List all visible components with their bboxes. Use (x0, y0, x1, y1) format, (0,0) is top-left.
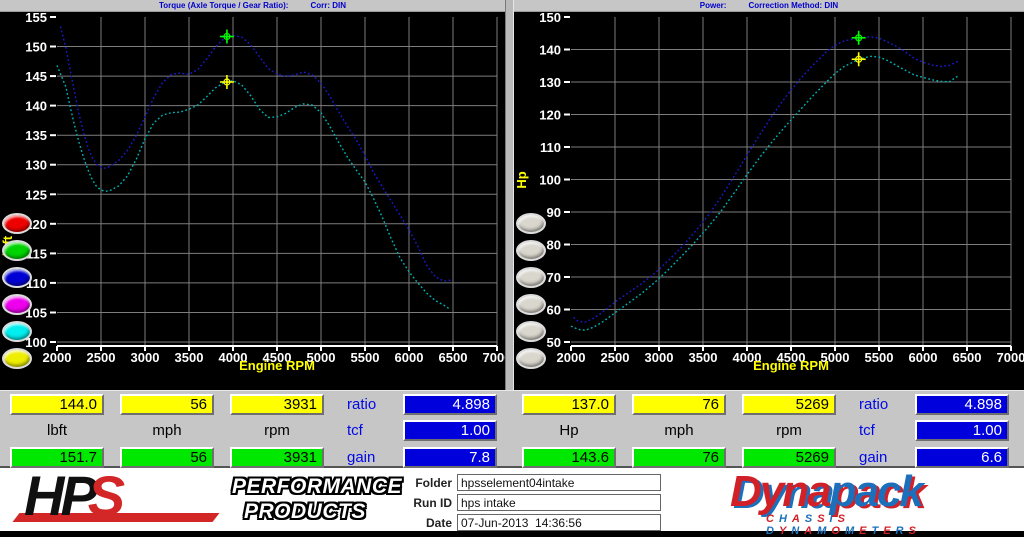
gain-label: gain (859, 449, 888, 466)
run-id-input[interactable] (457, 494, 661, 511)
curve-color-button[interactable] (516, 348, 546, 369)
curve-color-button[interactable] (516, 267, 546, 288)
tcf-value: 1.00 (915, 420, 1009, 441)
hps-tagline-line2: PRODUCTS (244, 500, 366, 523)
curve-color-button[interactable] (516, 294, 546, 315)
dynapack-logo: Dynapack CHASSIS DYNAMOMETERS (730, 467, 1020, 537)
power-cursor2-value: 143.6 (522, 447, 616, 468)
svg-text:2500: 2500 (601, 350, 630, 365)
tcf-value: 1.00 (403, 420, 497, 441)
dynapack-pack: pack (829, 467, 924, 516)
folder-label: Folder (415, 475, 452, 490)
svg-text:2500: 2500 (87, 350, 116, 365)
mph-unit-label: mph (152, 422, 182, 439)
ratio-label: ratio (859, 396, 889, 413)
curve-color-button[interactable] (2, 321, 32, 342)
curve-color-button[interactable] (516, 213, 546, 234)
folder-input[interactable] (457, 474, 661, 491)
dynapack-dyna: Dyna (730, 467, 832, 516)
power-cursor2-rpm: 5269 (742, 447, 836, 468)
hps-tagline-line1: PERFORMANCE (232, 475, 403, 498)
hps-logo: HPS (12, 464, 224, 530)
svg-text:2000: 2000 (43, 350, 72, 365)
svg-text:5500: 5500 (865, 350, 894, 365)
torque-cursor2-rpm: 3931 (230, 447, 324, 468)
curve-color-button[interactable] (516, 321, 546, 342)
gain-value: 7.8 (403, 447, 497, 468)
hps-tagline: PERFORMANCE PRODUCTS (232, 474, 402, 524)
svg-text:3500: 3500 (175, 350, 204, 365)
hps-letters: HPS (24, 464, 125, 527)
svg-text:6500: 6500 (439, 350, 468, 365)
ratio-value: 4.898 (915, 394, 1009, 415)
torque-cursor-rpm: 3931 (230, 394, 324, 415)
hps-hp: HP (24, 464, 98, 527)
run-id-label: Run ID (413, 495, 452, 510)
curve-color-button[interactable] (516, 240, 546, 261)
torque-cursor-value: 144.0 (10, 394, 104, 415)
curve-color-button[interactable] (2, 267, 32, 288)
date-label: Date (425, 515, 452, 530)
svg-text:Engine RPM: Engine RPM (753, 358, 829, 373)
tcf-label: tcf (347, 422, 363, 439)
torque-cursor2-mph: 56 (120, 447, 214, 468)
gain-label: gain (347, 449, 376, 466)
svg-text:3000: 3000 (131, 350, 160, 365)
rpm-unit-label: rpm (776, 422, 802, 439)
ratio-value: 4.898 (403, 394, 497, 415)
power-readout-table: 137.0 76 5269 Hp mph rpm 143.6 76 5269 r… (512, 391, 1024, 468)
torque-readout-table: 144.0 56 3931 lbft mph rpm 151.7 56 3931… (0, 391, 512, 468)
svg-text:5500: 5500 (351, 350, 380, 365)
torque-curve-color-buttons (0, 0, 36, 390)
torque-chart-panel: Torque (Axle Torque / Gear Ratio): Corr:… (0, 0, 505, 390)
curve-color-button[interactable] (2, 240, 32, 261)
hps-s: S (87, 464, 125, 527)
rpm-unit-label: rpm (264, 422, 290, 439)
power-chart[interactable]: 15014013012011010090807060502000 2500 3000… (514, 10, 1024, 390)
torque-cursor-mph: 56 (120, 394, 214, 415)
svg-text:3500: 3500 (689, 350, 718, 365)
run-info-fields: Folder Run ID Date (400, 474, 661, 534)
power-cursor-value: 137.0 (522, 394, 616, 415)
svg-text:7000: 7000 (483, 350, 505, 365)
date-input[interactable] (457, 514, 661, 531)
svg-text:2000: 2000 (557, 350, 586, 365)
tcf-label: tcf (859, 422, 875, 439)
power-curve-color-buttons (514, 0, 550, 390)
power-cursor-rpm: 5269 (742, 394, 836, 415)
power-chart-panel: Power: Correction Method: DIN 150 140 130 1… (514, 0, 1024, 390)
power-unit-label: Hp (559, 422, 579, 439)
power-cursor2-mph: 76 (632, 447, 726, 468)
readout-section: 144.0 56 3931 lbft mph rpm 151.7 56 3931… (0, 390, 1024, 468)
gain-value: 6.6 (915, 447, 1009, 468)
mph-unit-label: mph (664, 422, 694, 439)
torque-chart[interactable]: 1551501451401351301251201151101051002000… (0, 10, 505, 390)
svg-text:6000: 6000 (909, 350, 938, 365)
svg-text:3000: 3000 (645, 350, 674, 365)
panel-divider (505, 0, 514, 390)
curve-color-button[interactable] (2, 213, 32, 234)
curve-color-button[interactable] (2, 294, 32, 315)
svg-text:Engine RPM: Engine RPM (239, 358, 315, 373)
svg-text:7000: 7000 (997, 350, 1024, 365)
dyno-app-window: Torque (Axle Torque / Gear Ratio): Corr:… (0, 0, 1024, 537)
svg-text:6000: 6000 (395, 350, 424, 365)
dynapack-tagline: CHASSIS DYNAMOMETERS (766, 513, 921, 537)
ratio-label: ratio (347, 396, 377, 413)
curve-color-button[interactable] (2, 348, 32, 369)
svg-text:6500: 6500 (953, 350, 982, 365)
footer: HPS PERFORMANCE PRODUCTS Folder Run ID D… (0, 464, 1024, 537)
power-cursor-mph: 76 (632, 394, 726, 415)
torque-unit-label: lbft (46, 422, 67, 439)
